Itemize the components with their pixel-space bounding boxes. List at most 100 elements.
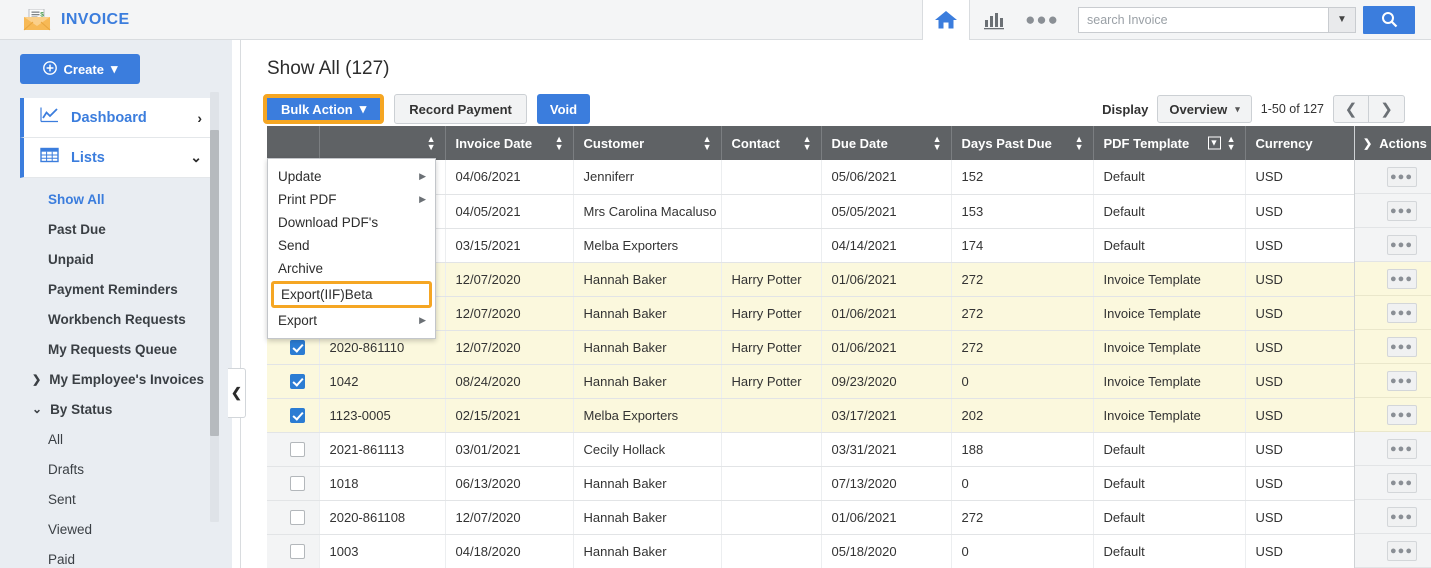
sidebar-item-lists[interactable]: Lists ⌄ xyxy=(20,138,216,178)
table-row[interactable]: 100304/18/2020Hannah Baker05/18/20200Def… xyxy=(267,534,1414,568)
ellipsis-icon[interactable]: ●●● xyxy=(1387,405,1417,425)
column-header-due-date[interactable]: Due Date ▲▼ xyxy=(821,126,951,160)
sidebar-item-show-all[interactable]: Show All xyxy=(0,184,232,214)
ellipsis-icon[interactable]: ●●● xyxy=(1387,473,1417,493)
row-checkbox[interactable] xyxy=(290,408,305,423)
sidebar-scrollbar-thumb[interactable] xyxy=(210,130,219,436)
chevron-right-icon[interactable]: ❯ xyxy=(1363,137,1372,150)
column-header-invoice-no[interactable]: ▲▼ xyxy=(319,126,445,160)
row-checkbox[interactable] xyxy=(290,544,305,559)
next-page-button[interactable]: ❯ xyxy=(1369,95,1405,123)
ellipsis-icon[interactable]: ●●● xyxy=(1387,541,1417,561)
sidebar-item-drafts[interactable]: Drafts xyxy=(0,454,232,484)
sidebar-item-unpaid[interactable]: Unpaid xyxy=(0,244,232,274)
sort-icon[interactable]: ▲▼ xyxy=(1075,135,1084,151)
sidebar-item-by-status[interactable]: ⌄ By Status xyxy=(0,394,232,424)
table-row[interactable]: 2020-86111012/07/2020Hannah BakerHarry P… xyxy=(267,330,1414,364)
sidebar-item-payment-reminders[interactable]: Payment Reminders xyxy=(0,274,232,304)
ellipsis-icon[interactable]: ●●● xyxy=(1387,235,1417,255)
menu-item-print-pdf[interactable]: Print PDF▶ xyxy=(268,188,435,211)
row-checkbox[interactable] xyxy=(290,374,305,389)
row-checkbox[interactable] xyxy=(290,340,305,355)
ellipsis-icon[interactable]: ●●● xyxy=(1387,167,1417,187)
cell-pdf-template: Default xyxy=(1093,500,1245,534)
table-row[interactable]: 101806/13/2020Hannah Baker07/13/20200Def… xyxy=(267,466,1414,500)
table-row[interactable]: 04/05/2021Mrs Carolina Macaluso05/05/202… xyxy=(267,194,1414,228)
home-icon[interactable] xyxy=(922,0,970,40)
row-checkbox-cell[interactable] xyxy=(267,398,319,432)
column-header-checkbox[interactable] xyxy=(267,126,319,160)
sort-icon[interactable]: ▲▼ xyxy=(703,135,712,151)
filter-icon[interactable]: ▼ xyxy=(1208,137,1221,150)
sort-icon[interactable]: ▲▼ xyxy=(933,135,942,151)
record-payment-button[interactable]: Record Payment xyxy=(394,94,527,124)
row-checkbox[interactable] xyxy=(290,510,305,525)
create-button[interactable]: Create ▾ xyxy=(20,54,140,84)
sort-icon[interactable]: ▲▼ xyxy=(427,135,436,151)
column-header-pdf-template[interactable]: PDF Template ▼ ▲▼ xyxy=(1093,126,1245,160)
column-header-days-past-due[interactable]: Days Past Due ▲▼ xyxy=(951,126,1093,160)
row-checkbox[interactable] xyxy=(290,476,305,491)
menu-item-send[interactable]: Send xyxy=(268,234,435,257)
ellipsis-icon[interactable]: ●●● xyxy=(1387,337,1417,357)
table-row[interactable]: 104208/24/2020Hannah BakerHarry Potter09… xyxy=(267,364,1414,398)
sidebar-item-paid[interactable]: Paid xyxy=(0,544,232,568)
ellipsis-icon[interactable]: ●●● xyxy=(1018,0,1066,40)
sidebar-item-all[interactable]: All xyxy=(0,424,232,454)
sidebar-item-my-employees-invoices[interactable]: ❯ My Employee's Invoices xyxy=(0,364,232,394)
cell-days-past-due: 272 xyxy=(951,262,1093,296)
menu-item-export[interactable]: Export▶ xyxy=(268,309,435,332)
ellipsis-icon[interactable]: ●●● xyxy=(1387,371,1417,391)
menu-item-download-pdf-s[interactable]: Download PDF's xyxy=(268,211,435,234)
table-row[interactable]: 04/06/2021Jenniferr05/06/2021152DefaultU… xyxy=(267,160,1414,194)
sidebar-item-sent[interactable]: Sent xyxy=(0,484,232,514)
sidebar-item-dashboard[interactable]: Dashboard › xyxy=(20,98,216,138)
sidebar-item-workbench-requests[interactable]: Workbench Requests xyxy=(0,304,232,334)
ellipsis-icon[interactable]: ●●● xyxy=(1387,507,1417,527)
cell-pdf-template: Invoice Template xyxy=(1093,262,1245,296)
row-checkbox-cell[interactable] xyxy=(267,500,319,534)
display-select[interactable]: Overview ▾ xyxy=(1157,95,1251,123)
ellipsis-icon[interactable]: ●●● xyxy=(1387,201,1417,221)
sidebar-scrollbar[interactable] xyxy=(210,92,219,522)
search-input[interactable] xyxy=(1078,7,1328,33)
menu-item-update[interactable]: Update▶ xyxy=(268,165,435,188)
table-row[interactable]: 2020-86111112/07/2020Hannah BakerHarry P… xyxy=(267,296,1414,330)
ellipsis-icon[interactable]: ●●● xyxy=(1387,439,1417,459)
sidebar-item-past-due[interactable]: Past Due xyxy=(0,214,232,244)
sort-icon[interactable]: ▲▼ xyxy=(1227,135,1236,151)
sidebar-item-my-requests-queue[interactable]: My Requests Queue xyxy=(0,334,232,364)
row-checkbox-cell[interactable] xyxy=(267,466,319,500)
ellipsis-icon[interactable]: ●●● xyxy=(1387,303,1417,323)
cell-customer: Hannah Baker xyxy=(573,500,721,534)
sort-icon[interactable]: ▲▼ xyxy=(555,135,564,151)
row-checkbox[interactable] xyxy=(290,442,305,457)
table-row[interactable]: 12/07/2020Hannah BakerHarry Potter01/06/… xyxy=(267,262,1414,296)
sort-icon[interactable]: ▲▼ xyxy=(803,135,812,151)
row-checkbox-cell[interactable] xyxy=(267,534,319,568)
menu-item-archive[interactable]: Archive xyxy=(268,257,435,280)
column-header-invoice-date[interactable]: Invoice Date ▲▼ xyxy=(445,126,573,160)
column-header-customer[interactable]: Customer ▲▼ xyxy=(573,126,721,160)
ellipsis-icon[interactable]: ●●● xyxy=(1387,269,1417,289)
column-header-contact[interactable]: Contact ▲▼ xyxy=(721,126,821,160)
search-icon[interactable] xyxy=(1363,6,1415,34)
table-row[interactable]: 2021-86111303/01/2021Cecily Hollack03/31… xyxy=(267,432,1414,466)
sidebar-item-dashboard-label: Dashboard xyxy=(71,110,147,126)
table-row[interactable]: 2020-86110812/07/2020Hannah Baker01/06/2… xyxy=(267,500,1414,534)
table-row[interactable]: 1123-000502/15/2021Melba Exporters03/17/… xyxy=(267,398,1414,432)
menu-item-export-iif-beta[interactable]: Export(IIF)Beta xyxy=(271,281,432,308)
table-row[interactable]: 03/15/2021Melba Exporters04/14/2021174De… xyxy=(267,228,1414,262)
row-checkbox-cell[interactable] xyxy=(267,364,319,398)
chevron-down-icon[interactable]: ▼ xyxy=(1328,7,1356,33)
prev-page-button[interactable]: ❮ xyxy=(1333,95,1369,123)
bar-chart-icon[interactable] xyxy=(970,0,1018,40)
row-checkbox-cell[interactable] xyxy=(267,432,319,466)
bulk-action-button[interactable]: Bulk Action ▾ xyxy=(263,94,384,124)
column-header-customer-label: Customer xyxy=(584,136,645,151)
sidebar-item-viewed[interactable]: Viewed xyxy=(0,514,232,544)
menu-item-label: Export xyxy=(278,313,317,328)
sidebar-collapse-handle[interactable]: ❮ xyxy=(228,368,246,418)
cell-days-past-due: 272 xyxy=(951,330,1093,364)
void-button[interactable]: Void xyxy=(537,94,590,124)
